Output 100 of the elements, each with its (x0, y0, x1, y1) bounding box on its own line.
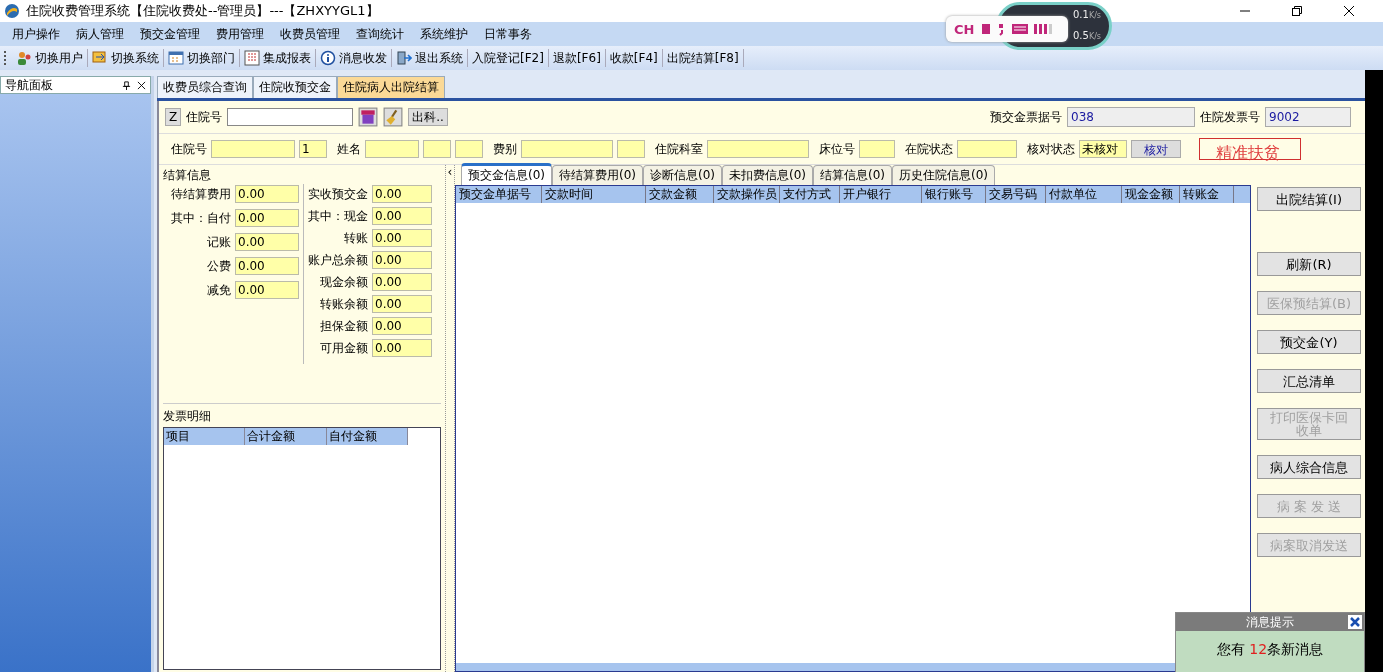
group-title: 结算信息 (163, 167, 212, 184)
detail-tab[interactable]: 预交金信息(0) (461, 163, 552, 185)
column-header: 合计金额 (245, 428, 327, 445)
column-header: 现金金额 (1122, 186, 1180, 203)
toolbar-button[interactable]: 切换用户 (12, 49, 88, 67)
toolbar-button[interactable]: 收款[F4] (605, 49, 663, 67)
detail-tab[interactable]: 未扣费信息(0) (722, 165, 813, 185)
input-field[interactable]: 1 (299, 140, 327, 158)
action-button[interactable]: 预交金(Y) (1257, 330, 1361, 354)
field-label: 记账 (207, 233, 231, 251)
action-button[interactable]: 汇总清单 (1257, 369, 1361, 393)
column-header: 交款时间 (542, 186, 646, 203)
card-reader-icon[interactable] (358, 107, 379, 127)
amount-field[interactable]: 0.00 (235, 281, 299, 299)
column-header: 交款金额 (646, 186, 714, 203)
input-field[interactable] (859, 140, 895, 158)
action-button[interactable]: 出院结算(I) (1257, 187, 1361, 211)
column-header: 项目 (164, 428, 246, 445)
input-field[interactable] (211, 140, 295, 158)
amount-field[interactable]: 0.00 (372, 185, 432, 203)
field-label: 实收预交金 (308, 185, 368, 203)
toolbar-button[interactable]: 切换部门 (164, 49, 240, 67)
invoice-number-field[interactable]: 9002 (1265, 107, 1351, 127)
action-button[interactable]: 刷新(R) (1257, 252, 1361, 276)
toolbar-button[interactable]: 集成报表 (240, 49, 316, 67)
discharge-button[interactable]: 出科.. (408, 108, 448, 126)
message-text: 您有 12条新消息 (1215, 641, 1325, 659)
field-label: 住院号 (186, 108, 223, 126)
exit-icon (396, 50, 412, 66)
input-field[interactable] (227, 108, 354, 126)
window-title: 住院收费管理系统【住院收费处--管理员】---【ZHXYYGL1】 (26, 2, 379, 20)
menu-item[interactable]: 日常事务 (476, 25, 540, 43)
document-tab[interactable]: 住院收预交金 (253, 76, 337, 98)
field-label: 核对状态 (1027, 140, 1075, 158)
field-label: 可用金额 (320, 339, 368, 357)
toolbar-button[interactable]: 退出系统 (392, 49, 468, 67)
detail-tab[interactable]: 待结算费用(0) (552, 165, 643, 185)
input-field[interactable] (957, 140, 1017, 158)
calendar-icon (168, 50, 184, 66)
document-tab[interactable]: 收费员综合查询 (157, 76, 253, 98)
pin-icon[interactable] (122, 80, 131, 90)
menu-item[interactable]: 查询统计 (348, 25, 412, 43)
close-icon[interactable] (137, 80, 146, 90)
amount-field[interactable]: 0.00 (372, 273, 432, 291)
detail-tab[interactable]: 结算信息(0) (813, 165, 892, 185)
broom-icon[interactable] (383, 107, 404, 127)
menu-item[interactable]: 收费员管理 (272, 25, 348, 43)
verify-button[interactable]: 核对 (1131, 140, 1181, 158)
amount-field[interactable]: 0.00 (372, 317, 432, 335)
users-icon (16, 50, 32, 66)
detail-tab[interactable]: 诊断信息(0) (643, 165, 722, 185)
column-header: 交易号码 (986, 186, 1046, 203)
receipt-number-field[interactable]: 038 (1067, 107, 1195, 127)
z-button[interactable]: Z (165, 108, 182, 126)
toolbar-button[interactable]: 退款[F6] (548, 49, 606, 67)
document-tab[interactable]: 住院病人出院结算 (337, 76, 445, 98)
menu-item[interactable]: 预交金管理 (132, 25, 208, 43)
field-label: 担保金额 (320, 317, 368, 335)
input-field[interactable] (455, 140, 483, 158)
input-field[interactable] (617, 140, 645, 158)
input-field[interactable]: 未核对 (1079, 140, 1127, 158)
column-header: 开户银行 (840, 186, 922, 203)
field-label: 住院号 (171, 140, 207, 158)
amount-field[interactable]: 0.00 (235, 233, 299, 251)
restore-icon[interactable] (1291, 5, 1303, 17)
amount-field[interactable]: 0.00 (235, 185, 299, 203)
toolbar-button[interactable]: 切换系统 (88, 49, 164, 67)
menu-item[interactable]: 费用管理 (208, 25, 272, 43)
input-field[interactable] (707, 140, 809, 158)
amount-field[interactable]: 0.00 (372, 251, 432, 269)
toolbar-button[interactable]: 消息收发 (316, 49, 392, 67)
field-label: 预交金票据号 (990, 108, 1062, 126)
app-logo-icon (4, 3, 20, 19)
amount-field[interactable]: 0.00 (235, 209, 299, 227)
detail-tab[interactable]: 历史住院信息(0) (892, 165, 995, 185)
popup-title: 消息提示 (1246, 613, 1294, 631)
action-button[interactable]: 病人综合信息 (1257, 455, 1361, 479)
amount-field[interactable]: 0.00 (372, 339, 432, 357)
amount-field[interactable]: 0.00 (372, 295, 432, 313)
amount-field[interactable]: 0.00 (235, 257, 299, 275)
toolbar-button[interactable]: 出院结算[F8] (662, 49, 744, 67)
menu-item[interactable]: 用户操作 (4, 25, 68, 43)
column-header: 支付方式 (780, 186, 840, 203)
amount-field[interactable]: 0.00 (372, 229, 432, 247)
input-field[interactable] (365, 140, 419, 158)
language-indicator[interactable]: CH (954, 21, 975, 37)
menu-item[interactable]: 病人管理 (68, 25, 132, 43)
field-label: 床位号 (819, 140, 855, 158)
menu-item[interactable]: 系统维护 (412, 25, 476, 43)
close-icon[interactable] (1343, 5, 1355, 17)
input-field[interactable] (521, 140, 613, 158)
field-label: 住院发票号 (1200, 108, 1260, 126)
upload-speed: 0.1K/s (1073, 8, 1101, 22)
close-icon[interactable] (1348, 615, 1362, 629)
field-label: 转账余额 (320, 295, 368, 313)
input-field[interactable] (423, 140, 451, 158)
column-header: 自付金额 (326, 428, 408, 445)
amount-field[interactable]: 0.00 (372, 207, 432, 225)
toolbar-button[interactable]: 入院登记[F2] (468, 49, 549, 67)
field-label: 转账 (344, 229, 368, 247)
